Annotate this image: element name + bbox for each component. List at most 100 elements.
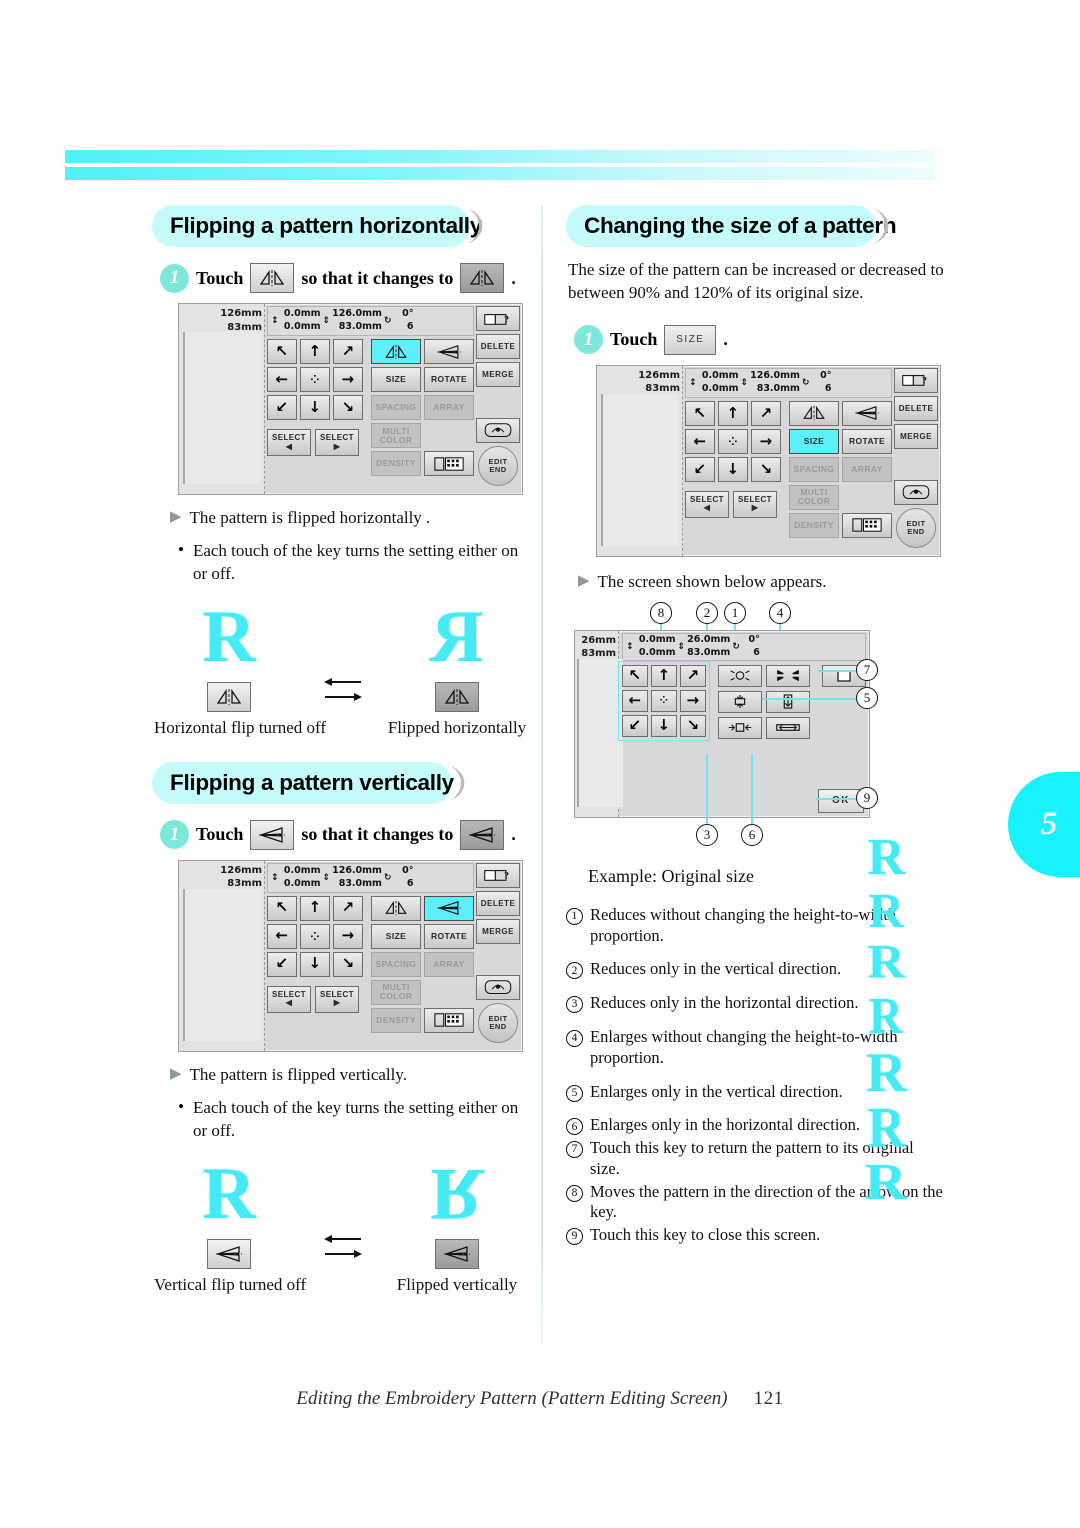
move-center-icon-2[interactable]: ⁘ xyxy=(300,923,330,949)
preview-key-icon[interactable] xyxy=(476,418,520,443)
thread-palette-key-icon[interactable] xyxy=(424,451,474,476)
spacing-key-3[interactable]: SPACING xyxy=(789,456,839,482)
move-down-icon-3[interactable]: ↓ xyxy=(718,456,748,482)
flip-horizontal-key-off-icon[interactable] xyxy=(250,263,295,293)
move-left-icon[interactable]: ← xyxy=(267,367,297,392)
flip-vertical-key-off-icon[interactable] xyxy=(250,819,295,850)
sd-move-down-right-icon[interactable]: ↘ xyxy=(680,714,706,737)
move-right-icon[interactable]: → xyxy=(333,367,363,392)
thread-palette-key-icon-2[interactable] xyxy=(424,1007,474,1033)
flip-horizontal-key-on-demo-icon[interactable] xyxy=(435,681,479,712)
lcd-size-dialog[interactable]: 26mm 83mm ↕ 0.0mm 0.0mm ⇕ 26.0mm 83.0mm xyxy=(574,629,870,818)
merge-key[interactable]: MERGE xyxy=(476,362,520,387)
multi-color-key-2[interactable]: MULTI COLOR xyxy=(371,979,421,1005)
flip-vertical-key-on-demo-icon[interactable] xyxy=(435,1238,479,1269)
move-down-right-icon-3[interactable]: ↘ xyxy=(751,456,781,482)
sd-move-down-icon[interactable]: ↓ xyxy=(651,714,677,737)
delete-key-2[interactable]: DELETE xyxy=(476,890,520,916)
spacing-key[interactable]: SPACING xyxy=(371,395,421,420)
delete-key[interactable]: DELETE xyxy=(476,334,520,359)
reduce-proportional-key-icon[interactable] xyxy=(718,664,762,687)
lcd-screen-change-size[interactable]: 126mm 83mm ↕ 0.0mm 0.0mm ⇕ 126.0mm 83.0m… xyxy=(596,364,941,557)
move-down-icon[interactable]: ↓ xyxy=(300,395,330,420)
move-center-icon-3[interactable]: ⁘ xyxy=(718,428,748,454)
sd-move-center-icon[interactable]: ⁘ xyxy=(651,689,677,712)
enlarge-vertical-key-icon[interactable] xyxy=(766,690,810,713)
flip-vertical-key[interactable] xyxy=(424,339,474,364)
flip-horizontal-key-3[interactable] xyxy=(789,400,839,426)
flip-vertical-key-2[interactable] xyxy=(424,895,474,921)
select-next-button[interactable]: SELECT ▶ xyxy=(315,429,359,456)
density-key-2[interactable]: DENSITY xyxy=(371,1007,421,1033)
sd-move-up-left-icon[interactable]: ↖ xyxy=(622,664,648,687)
preview-key-icon-2[interactable] xyxy=(476,974,520,1000)
help-key-icon-3[interactable]: ? xyxy=(894,367,938,393)
lcd-screen-flip-horizontal[interactable]: 126mm 83mm ↕ 0.0mm 0.0mm ⇕ 126.0mm 83.0m… xyxy=(178,303,523,495)
move-up-left-icon-3[interactable]: ↖ xyxy=(685,400,715,426)
merge-key-2[interactable]: MERGE xyxy=(476,918,520,944)
edit-end-key-3[interactable]: EDIT END xyxy=(896,507,936,548)
rotate-key-2[interactable]: ROTATE xyxy=(424,923,474,949)
flip-vertical-key-on-icon[interactable] xyxy=(460,819,505,850)
move-up-right-icon-2[interactable]: ↗ xyxy=(333,895,363,921)
rotate-key-3[interactable]: ROTATE xyxy=(842,428,892,454)
select-prev-button-3[interactable]: SELECT ◀ xyxy=(685,490,729,518)
flip-horizontal-key-off-demo-icon[interactable] xyxy=(207,681,251,712)
select-prev-button[interactable]: SELECT ◀ xyxy=(267,429,311,456)
reduce-vertical-key-icon[interactable] xyxy=(718,690,762,713)
move-center-icon[interactable]: ⁘ xyxy=(300,367,330,392)
density-key[interactable]: DENSITY xyxy=(371,451,421,476)
move-up-right-icon[interactable]: ↗ xyxy=(333,339,363,364)
density-key-3[interactable]: DENSITY xyxy=(789,512,839,538)
flip-horizontal-key[interactable] xyxy=(371,339,421,364)
size-key-3[interactable]: SIZE xyxy=(789,428,839,454)
select-prev-button-2[interactable]: SELECT ◀ xyxy=(267,985,311,1013)
spacing-key-2[interactable]: SPACING xyxy=(371,951,421,977)
move-right-icon-2[interactable]: → xyxy=(333,923,363,949)
array-key-2[interactable]: ARRAY xyxy=(424,951,474,977)
move-down-left-icon-3[interactable]: ↙ xyxy=(685,456,715,482)
multi-color-key[interactable]: MULTI COLOR xyxy=(371,423,421,448)
move-down-right-icon[interactable]: ↘ xyxy=(333,395,363,420)
select-next-button-2[interactable]: SELECT ▶ xyxy=(315,985,359,1013)
reduce-horizontal-key-icon[interactable] xyxy=(718,716,762,739)
lcd-screen-flip-vertical[interactable]: 126mm 83mm ↕ 0.0mm 0.0mm ⇕ 126.0mm 83.0m… xyxy=(178,859,523,1052)
thread-palette-key-icon-3[interactable] xyxy=(842,512,892,538)
sd-move-up-right-icon[interactable]: ↗ xyxy=(680,664,706,687)
select-next-button-3[interactable]: SELECT ▶ xyxy=(733,490,777,518)
rotate-key[interactable]: ROTATE xyxy=(424,367,474,392)
flip-vertical-key-off-demo-icon[interactable] xyxy=(207,1238,251,1269)
edit-end-key-2[interactable]: EDIT END xyxy=(478,1002,518,1043)
help-key-icon-2[interactable]: ? xyxy=(476,862,520,888)
move-left-icon-3[interactable]: ← xyxy=(685,428,715,454)
move-up-icon-3[interactable]: ↑ xyxy=(718,400,748,426)
move-right-icon-3[interactable]: → xyxy=(751,428,781,454)
sd-move-left-icon[interactable]: ← xyxy=(622,689,648,712)
move-left-icon-2[interactable]: ← xyxy=(267,923,297,949)
multi-color-key-3[interactable]: MULTI COLOR xyxy=(789,484,839,510)
size-key-2[interactable]: SIZE xyxy=(371,923,421,949)
flip-horizontal-key-2[interactable] xyxy=(371,895,421,921)
size-key-inline[interactable]: SIZE xyxy=(664,324,717,355)
move-down-right-icon-2[interactable]: ↘ xyxy=(333,951,363,977)
delete-key-3[interactable]: DELETE xyxy=(894,395,938,421)
sd-move-up-icon[interactable]: ↑ xyxy=(651,664,677,687)
move-down-left-icon-2[interactable]: ↙ xyxy=(267,951,297,977)
edit-end-key[interactable]: EDIT END xyxy=(478,446,518,486)
sd-move-down-left-icon[interactable]: ↙ xyxy=(622,714,648,737)
move-down-left-icon[interactable]: ↙ xyxy=(267,395,297,420)
move-up-icon-2[interactable]: ↑ xyxy=(300,895,330,921)
enlarge-horizontal-key-icon[interactable] xyxy=(766,716,810,739)
sd-move-right-icon[interactable]: → xyxy=(680,689,706,712)
move-up-left-icon-2[interactable]: ↖ xyxy=(267,895,297,921)
move-up-left-icon[interactable]: ↖ xyxy=(267,339,297,364)
flip-horizontal-key-on-icon[interactable] xyxy=(460,263,505,293)
size-key[interactable]: SIZE xyxy=(371,367,421,392)
enlarge-proportional-key-icon[interactable] xyxy=(766,664,810,687)
move-up-icon[interactable]: ↑ xyxy=(300,339,330,364)
help-key-icon[interactable]: ? xyxy=(476,306,520,331)
merge-key-3[interactable]: MERGE xyxy=(894,423,938,449)
move-down-icon-2[interactable]: ↓ xyxy=(300,951,330,977)
flip-vertical-key-3[interactable] xyxy=(842,400,892,426)
array-key[interactable]: ARRAY xyxy=(424,395,474,420)
